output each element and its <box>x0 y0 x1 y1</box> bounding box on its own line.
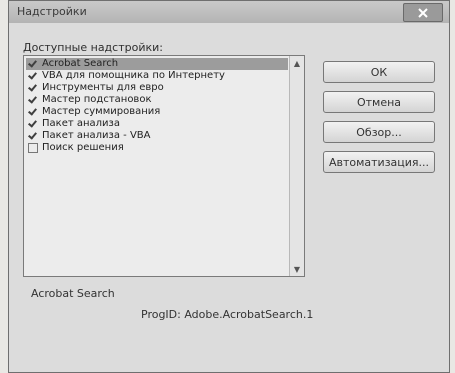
checkbox-checked-icon[interactable] <box>28 119 38 129</box>
dialog-title: Надстройки <box>17 5 87 18</box>
addin-item-acrobat-search[interactable]: Acrobat Search <box>26 58 288 70</box>
addin-item-solver[interactable]: Поиск решения <box>26 142 288 154</box>
addin-item-sum-wizard[interactable]: Мастер суммирования <box>26 106 288 118</box>
cancel-button[interactable]: Отмена <box>323 91 435 113</box>
checkbox-checked-icon[interactable] <box>28 59 38 69</box>
listbox-scrollbar[interactable]: ▲ ▼ <box>289 56 304 276</box>
scroll-down-icon[interactable]: ▼ <box>290 262 304 276</box>
selected-addin-progid: ProgID: Adobe.AcrobatSearch.1 <box>141 308 314 321</box>
scroll-up-icon[interactable]: ▲ <box>290 56 304 70</box>
checkbox-checked-icon[interactable] <box>28 107 38 117</box>
addin-item-label: Мастер суммирования <box>42 106 161 117</box>
checkbox-checked-icon[interactable] <box>28 131 38 141</box>
addin-item-label: Пакет анализа - VBA <box>42 130 151 141</box>
browse-button[interactable]: Обзор... <box>323 121 435 143</box>
addin-item-analysis-toolpak[interactable]: Пакет анализа <box>26 118 288 130</box>
addin-item-label: Acrobat Search <box>42 58 119 69</box>
addin-item-euro-tools[interactable]: Инструменты для евро <box>26 82 288 94</box>
addins-listbox[interactable]: Acrobat Search VBA для помощника по Инте… <box>23 55 305 277</box>
addin-item-analysis-toolpak-vba[interactable]: Пакет анализа - VBA <box>26 130 288 142</box>
addin-item-label: VBA для помощника по Интернету <box>42 70 225 81</box>
title-bar[interactable]: Надстройки <box>9 1 449 23</box>
addin-item-label: Мастер подстановок <box>42 94 152 105</box>
close-button[interactable] <box>403 3 443 22</box>
selected-addin-name: Acrobat Search <box>31 287 115 300</box>
addin-item-label: Поиск решения <box>42 142 124 153</box>
close-icon <box>418 7 428 18</box>
addins-list-label: Доступные надстройки: <box>23 41 163 54</box>
addins-dialog: Надстройки Доступные надстройки: Acrobat… <box>8 0 450 373</box>
addin-item-lookup-wizard[interactable]: Мастер подстановок <box>26 94 288 106</box>
checkbox-unchecked-icon[interactable] <box>28 143 38 153</box>
checkbox-checked-icon[interactable] <box>28 83 38 93</box>
addin-item-vba-internet[interactable]: VBA для помощника по Интернету <box>26 70 288 82</box>
ok-button[interactable]: ОК <box>323 61 435 83</box>
addin-item-label: Пакет анализа <box>42 118 120 129</box>
checkbox-checked-icon[interactable] <box>28 95 38 105</box>
addin-item-label: Инструменты для евро <box>42 82 164 93</box>
checkbox-checked-icon[interactable] <box>28 71 38 81</box>
automation-button[interactable]: Автоматизация... <box>323 151 435 173</box>
